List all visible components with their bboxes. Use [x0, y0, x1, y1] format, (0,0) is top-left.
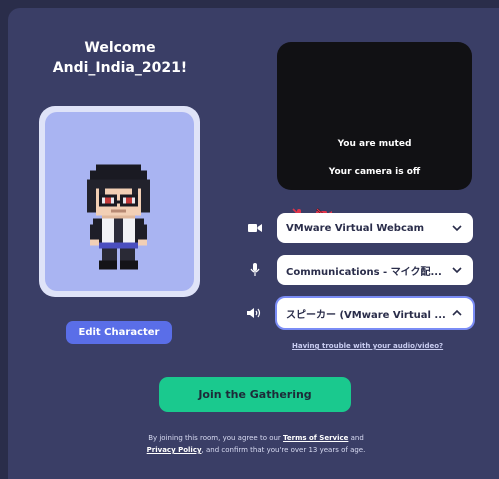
camera-status-text: Your camera is off [328, 167, 421, 177]
avatar-background [45, 112, 194, 291]
chevron-down-icon [452, 225, 462, 232]
speaker-icon [245, 303, 265, 323]
avatar-card [39, 106, 200, 297]
speaker-select-value: スピーカー (VMware Virtual ... [286, 309, 446, 321]
privacy-policy-link[interactable]: Privacy Policy [147, 446, 202, 454]
camera-device-row: VMware Virtual Webcam [245, 213, 473, 243]
microphone-select[interactable]: Communications - マイク配... [277, 255, 473, 285]
microphone-icon [245, 260, 265, 280]
welcome-title: Welcome [84, 40, 156, 56]
microphone-device-row: Communications - マイク配... [245, 255, 473, 285]
join-gathering-button[interactable]: Join the Gathering [159, 377, 351, 412]
chevron-down-icon [452, 267, 462, 274]
camera-select-value: VMware Virtual Webcam [286, 222, 425, 234]
microphone-select-value: Communications - マイク配... [286, 266, 442, 278]
camera-select[interactable]: VMware Virtual Webcam [277, 213, 473, 243]
welcome-heading: Welcome Andi_India_2021! [40, 38, 200, 78]
terms-notice: By joining this room, you agree to our T… [120, 432, 392, 456]
speaker-select[interactable]: スピーカー (VMware Virtual ... [277, 298, 473, 328]
terms-of-service-link[interactable]: Terms of Service [283, 434, 348, 442]
speaker-device-row: スピーカー (VMware Virtual ... [245, 298, 473, 328]
video-preview: You are muted Your camera is off [277, 42, 472, 222]
edit-character-button[interactable]: Edit Character [66, 321, 172, 344]
muted-status-text: You are muted [337, 139, 412, 149]
welcome-username: Andi_India_2021! [52, 60, 188, 76]
terms-notice-text: By joining this room, you agree to our [148, 434, 281, 442]
avatar-character-sprite [87, 164, 150, 270]
chevron-up-icon [452, 309, 462, 316]
terms-notice-text: and [350, 434, 364, 442]
av-trouble-link[interactable]: Having trouble with your audio/video? [292, 342, 443, 350]
terms-notice-text: , and confirm that you're over 13 years … [201, 446, 366, 454]
video-camera-icon [245, 218, 265, 238]
